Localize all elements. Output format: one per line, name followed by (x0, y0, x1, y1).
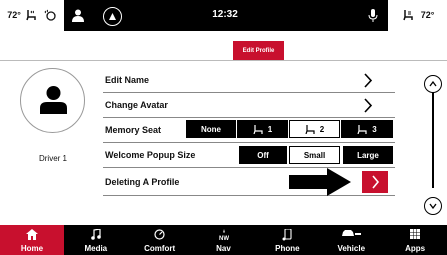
delete-profile-label: Deleting A Profile (105, 177, 180, 187)
edit-name-label: Edit Name (105, 75, 150, 85)
memory-seat-row: Memory Seat None 1 2 3 (103, 118, 395, 143)
scroll-column (420, 61, 447, 225)
profile-settings-panel: Driver 1 Edit Name Change Avatar Memory … (0, 61, 447, 225)
person-icon (72, 9, 84, 22)
nav-nav[interactable]: NW Nav (192, 225, 256, 255)
avatar[interactable] (20, 68, 85, 133)
heated-steering-icon (44, 9, 56, 21)
nav-media-label: Media (84, 244, 108, 253)
chevron-right-icon (364, 98, 373, 113)
driver-temp: 72° (7, 10, 21, 20)
driver-name-label: Driver 1 (38, 154, 67, 163)
nav-phone[interactable]: Phone (255, 225, 319, 255)
welcome-popup-row: Welcome Popup Size Off Small Large (103, 143, 395, 168)
driver-climate-button[interactable]: 72° (0, 0, 64, 31)
change-avatar-row[interactable]: Change Avatar (103, 93, 395, 118)
scroll-down-button[interactable] (424, 197, 442, 215)
welcome-popup-label: Welcome Popup Size (105, 150, 196, 160)
chevron-right-icon (364, 73, 373, 88)
microphone-icon (368, 9, 378, 22)
nav-comfort-label: Comfort (144, 244, 176, 253)
memory-seat-3-label: 3 (372, 124, 377, 134)
compass-icon: NW (219, 229, 229, 240)
alexa-button[interactable] (103, 7, 122, 26)
popup-small-button[interactable]: Small (289, 146, 340, 164)
popup-off-label: Off (257, 150, 269, 160)
clock: 12:32 (212, 9, 238, 20)
change-avatar-label: Change Avatar (105, 100, 168, 110)
popup-large-button[interactable]: Large (343, 146, 393, 164)
car-icon (342, 230, 362, 236)
heated-seat-icon (26, 10, 36, 21)
passenger-climate-button[interactable]: 72° (388, 0, 447, 31)
memory-seat-2-label: 2 (319, 124, 325, 134)
comfort-icon (154, 229, 165, 240)
bottom-nav: Home Media Comfort NW Nav Phone Vehicle … (0, 225, 447, 255)
title-strip: Edit Profile (0, 31, 447, 60)
seat-icon (305, 125, 315, 134)
alexa-icon (109, 13, 116, 20)
page-title: Edit Profile (233, 41, 284, 60)
popup-large-label: Large (357, 150, 379, 160)
apps-grid-icon (410, 229, 421, 239)
delete-profile-button[interactable] (362, 171, 388, 193)
svg-text:NW: NW (219, 236, 229, 240)
memory-seat-1-button[interactable]: 1 (237, 120, 288, 138)
nav-vehicle[interactable]: Vehicle (319, 225, 383, 255)
nav-home[interactable]: Home (0, 225, 64, 255)
memory-seat-label: Memory Seat (105, 125, 162, 135)
memory-seat-2-button[interactable]: 2 (289, 120, 340, 138)
home-icon (25, 229, 38, 240)
nav-comfort[interactable]: Comfort (128, 225, 192, 255)
memory-seat-3-button[interactable]: 3 (341, 120, 393, 138)
edit-name-row[interactable]: Edit Name (103, 68, 395, 93)
status-bar: 72° 12:32 72° (0, 0, 447, 31)
pointer-arrow-icon (289, 168, 351, 196)
seat-fan-icon (402, 10, 413, 21)
memory-seat-none-button[interactable]: None (186, 120, 236, 138)
nav-media[interactable]: Media (64, 225, 128, 255)
passenger-temp: 72° (420, 10, 435, 20)
nav-vehicle-label: Vehicle (337, 244, 366, 253)
memory-seat-none-label: None (201, 124, 221, 134)
nav-nav-label: Nav (216, 244, 231, 253)
chevron-up-icon (429, 81, 437, 87)
scroll-up-button[interactable] (424, 75, 442, 93)
memory-seat-1-label: 1 (267, 124, 273, 134)
seat-icon (357, 125, 367, 134)
phone-icon (282, 229, 292, 241)
nav-apps-label: Apps (405, 244, 426, 253)
delete-profile-row: Deleting A Profile (103, 168, 395, 196)
person-icon (40, 86, 67, 114)
chevron-right-icon (371, 175, 379, 189)
nav-home-label: Home (20, 244, 44, 253)
chevron-down-icon (429, 203, 437, 209)
popup-small-label: Small (303, 150, 326, 160)
seat-icon (253, 125, 263, 134)
popup-off-button[interactable]: Off (239, 146, 287, 164)
music-note-icon (90, 229, 101, 240)
nav-phone-label: Phone (275, 244, 300, 253)
scrollbar-track[interactable] (432, 92, 434, 188)
nav-apps[interactable]: Apps (383, 225, 447, 255)
